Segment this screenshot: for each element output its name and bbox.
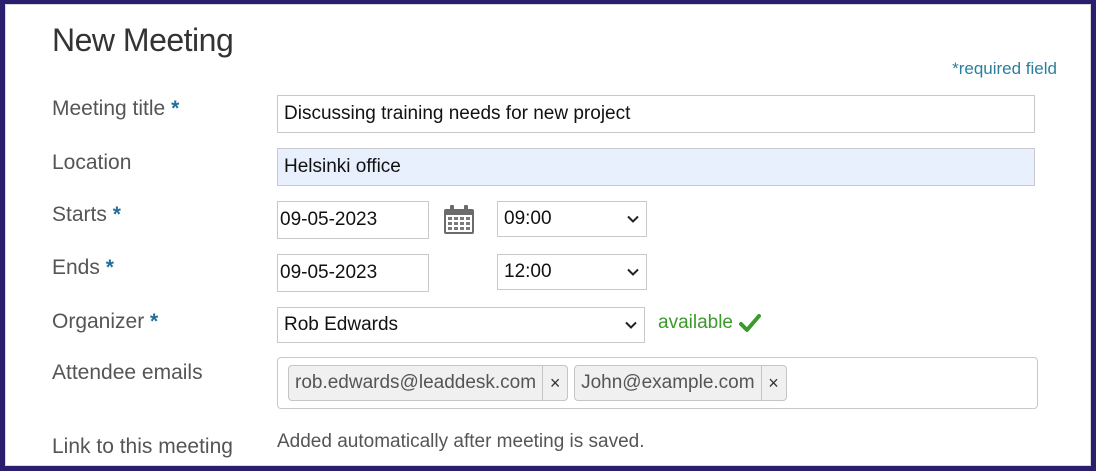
meeting-link-value: Added automatically after meeting is sav… [277, 431, 645, 452]
organizer-label-text: Organizer [52, 310, 145, 333]
starts-label: Starts * [52, 203, 121, 227]
meeting-title-label: Meeting title * [52, 97, 179, 121]
attendee-tag: rob.edwards@leaddesk.com × [288, 365, 569, 401]
attendee-emails-input[interactable]: rob.edwards@leaddesk.com × John@example.… [277, 357, 1038, 409]
required-star: * [150, 310, 159, 333]
chevron-down-icon [627, 268, 639, 276]
meeting-title-input[interactable]: Discussing training needs for new projec… [277, 95, 1035, 133]
start-date-value: 09-05-2023 [280, 209, 378, 230]
start-date-input[interactable]: 09-05-2023 [277, 201, 429, 239]
required-star: * [112, 203, 121, 226]
end-time-value: 12:00 [504, 261, 552, 282]
starts-label-text: Starts [52, 203, 107, 226]
location-value: Helsinki office [284, 156, 401, 177]
attendees-label: Attendee emails [52, 361, 203, 385]
end-date-input[interactable]: 09-05-2023 [277, 254, 429, 292]
meeting-form-panel: New Meeting *required field Meeting titl… [5, 4, 1091, 466]
attendees-label-text: Attendee emails [52, 361, 203, 384]
required-field-note: *required field [952, 59, 1057, 78]
organizer-select[interactable]: Rob Edwards [277, 307, 645, 343]
page-title: New Meeting [52, 22, 234, 58]
chevron-down-icon [625, 321, 637, 329]
end-date-value: 09-05-2023 [280, 262, 378, 283]
location-label-text: Location [52, 151, 132, 174]
location-input[interactable]: Helsinki office [277, 148, 1035, 186]
attendee-email: John@example.com [581, 372, 755, 393]
organizer-label: Organizer * [52, 310, 158, 334]
availability-status: available [658, 312, 733, 333]
start-time-select[interactable]: 09:00 [497, 201, 647, 237]
start-time-value: 09:00 [504, 208, 552, 229]
calendar-icon[interactable] [443, 205, 475, 235]
organizer-value: Rob Edwards [284, 314, 399, 335]
ends-label: Ends * [52, 256, 114, 280]
meeting-link-label: Link to this meeting [52, 435, 233, 459]
required-star: * [171, 97, 180, 120]
meeting-title-value: Discussing training needs for new projec… [284, 103, 631, 124]
end-time-select[interactable]: 12:00 [497, 254, 647, 290]
attendee-tag: John@example.com × [574, 365, 787, 401]
meeting-link-label-text: Link to this meeting [52, 435, 233, 458]
ends-label-text: Ends [52, 256, 100, 279]
meeting-title-label-text: Meeting title [52, 97, 166, 120]
attendee-email: rob.edwards@leaddesk.com [295, 372, 537, 393]
chevron-down-icon [627, 215, 639, 223]
check-icon [739, 314, 761, 332]
required-star: * [105, 256, 114, 279]
remove-attendee-button[interactable]: × [760, 366, 786, 400]
location-label: Location [52, 151, 131, 175]
remove-attendee-button[interactable]: × [542, 366, 567, 400]
organizer-availability: available [658, 312, 761, 334]
